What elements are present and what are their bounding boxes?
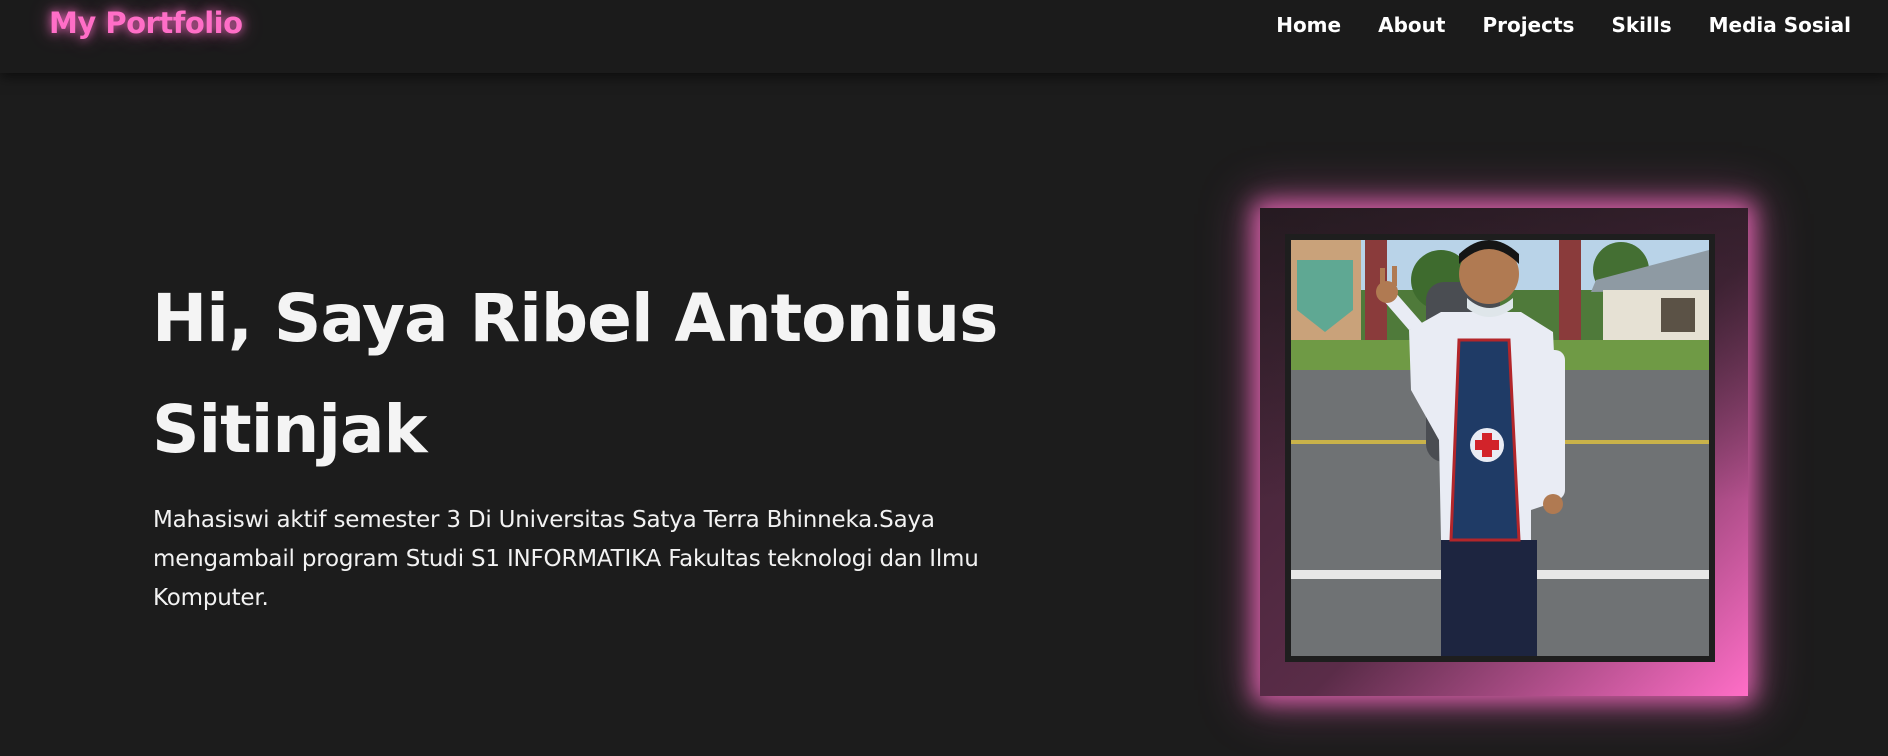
house-window xyxy=(1661,298,1695,332)
trousers xyxy=(1441,540,1491,656)
profile-photo-illustration xyxy=(1291,240,1709,656)
navbar: My Portfolio Home About Projects Skills … xyxy=(0,0,1888,73)
nav-link-skills[interactable]: Skills xyxy=(1611,12,1671,38)
red-cross xyxy=(1475,440,1499,450)
nav-link-projects[interactable]: Projects xyxy=(1482,12,1574,38)
nav-link-media-sosial[interactable]: Media Sosial xyxy=(1709,12,1851,38)
finger xyxy=(1392,266,1397,286)
site-logo[interactable]: My Portfolio xyxy=(49,6,243,40)
profile-photo-frame xyxy=(1260,208,1748,696)
nav-link-about[interactable]: About xyxy=(1378,12,1445,38)
nav-link-home[interactable]: Home xyxy=(1276,12,1341,38)
hero-description: Mahasiswi aktif semester 3 Di Universita… xyxy=(153,507,979,611)
trousers xyxy=(1491,540,1537,656)
right-arm xyxy=(1541,350,1565,500)
hand xyxy=(1543,494,1563,514)
gate-pillar xyxy=(1559,240,1581,340)
finger xyxy=(1380,268,1385,288)
hero-title: Hi, Saya Ribel Antonius Sitinjak xyxy=(152,280,998,468)
profile-photo xyxy=(1285,234,1715,662)
nav-menu: Home About Projects Skills Media Sosial xyxy=(1239,12,1851,38)
hero-section: Hi, Saya Ribel Antonius Sitinjak Mahasis… xyxy=(0,73,1888,756)
